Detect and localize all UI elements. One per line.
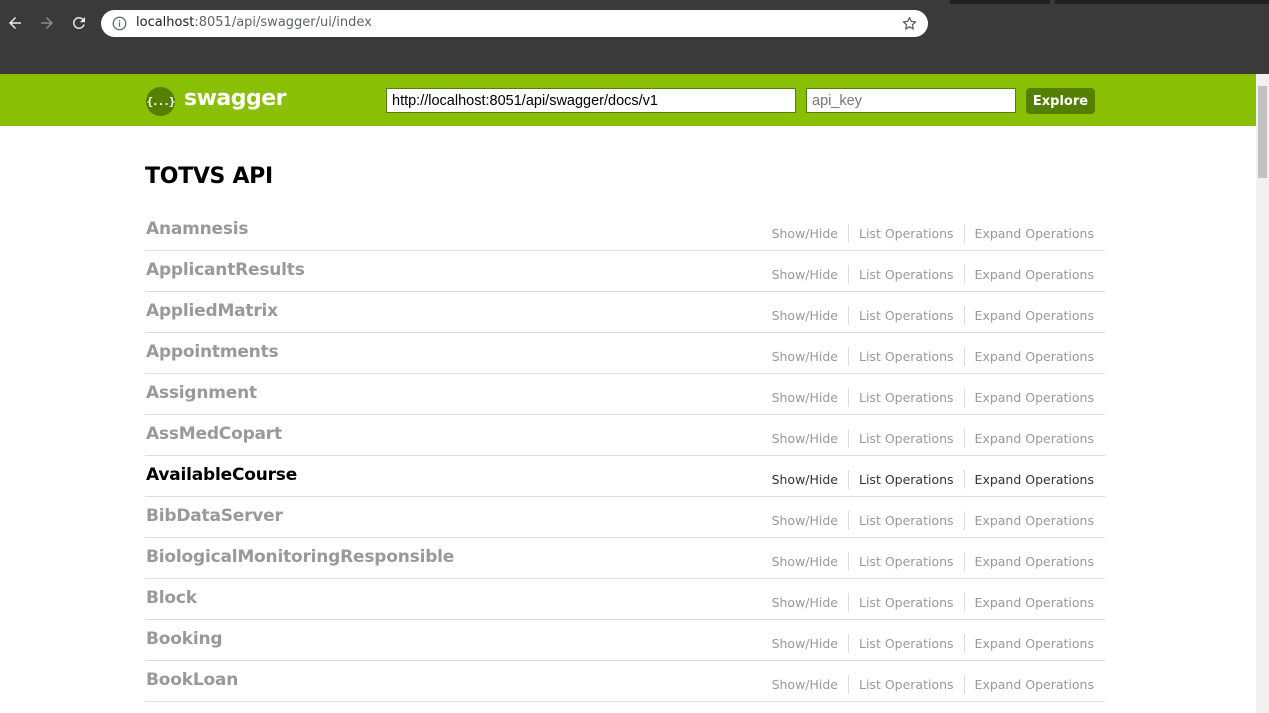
bookmark-star-icon[interactable]	[901, 15, 918, 32]
arrow-left-icon	[9, 17, 21, 29]
list-operations-link[interactable]: List Operations	[849, 308, 964, 323]
resource-operations: Show/Hide List Operations Expand Operation…	[772, 347, 1094, 366]
show-hide-link[interactable]: Show/Hide	[772, 308, 848, 323]
resource-name-link[interactable]: Assignment	[146, 383, 257, 403]
list-operations-link[interactable]: List Operations	[849, 554, 964, 569]
resource-name-link[interactable]: ApplicantResults	[146, 260, 305, 280]
resource-operations: Show/Hide List Operations Expand Operation…	[772, 634, 1094, 653]
resource-operations: Show/Hide List Operations Expand Operation…	[772, 224, 1094, 243]
list-operations-link[interactable]: List Operations	[849, 431, 964, 446]
expand-operations-link[interactable]: Expand Operations	[965, 349, 1094, 364]
info-icon[interactable]	[112, 16, 127, 31]
resource-item: BookLoan Show/Hide List Operations Expand O…	[145, 661, 1105, 702]
list-operations-link[interactable]: List Operations	[849, 349, 964, 364]
api-url-input[interactable]	[386, 88, 796, 113]
forward-button[interactable]	[36, 12, 58, 34]
show-hide-link[interactable]: Show/Hide	[772, 595, 848, 610]
resource-item: Assignment Show/Hide List Operations Expand…	[145, 374, 1105, 415]
resource-name-link[interactable]: AssMedCopart	[146, 424, 282, 444]
back-button[interactable]	[4, 12, 26, 34]
resource-name-link[interactable]: AppliedMatrix	[146, 301, 278, 321]
reload-button[interactable]	[68, 12, 90, 34]
expand-operations-link[interactable]: Expand Operations	[965, 554, 1094, 569]
expand-operations-link[interactable]: Expand Operations	[965, 267, 1094, 282]
resource-item: Booking Show/Hide List Operations Expand Op…	[145, 620, 1105, 661]
resource-item: AssMedCopart Show/Hide List Operations Expa…	[145, 415, 1105, 456]
show-hide-link[interactable]: Show/Hide	[772, 267, 848, 282]
resource-name-link[interactable]: Booking	[146, 629, 223, 649]
expand-operations-link[interactable]: Expand Operations	[965, 513, 1094, 528]
logo-glyph: {...}	[146, 95, 175, 108]
resource-name-link[interactable]: Anamnesis	[146, 219, 249, 239]
list-operations-link[interactable]: List Operations	[849, 472, 964, 487]
swagger-logo-icon[interactable]: {...}	[146, 87, 176, 116]
scrollbar[interactable]	[1256, 74, 1269, 713]
resource-name-link[interactable]: BiologicalMonitoringResponsible	[146, 547, 454, 567]
list-operations-link[interactable]: List Operations	[849, 595, 964, 610]
list-operations-link[interactable]: List Operations	[849, 636, 964, 651]
list-operations-link[interactable]: List Operations	[849, 513, 964, 528]
list-operations-link[interactable]: List Operations	[849, 267, 964, 282]
show-hide-link[interactable]: Show/Hide	[772, 390, 848, 405]
resource-operations: Show/Hide List Operations Expand Operation…	[772, 593, 1094, 612]
resource-operations: Show/Hide List Operations Expand Operation…	[772, 265, 1094, 284]
list-operations-link[interactable]: List Operations	[849, 226, 964, 241]
address-url[interactable]: localhost:8051/api/swagger/ui/index	[136, 15, 372, 30]
swagger-logo-text[interactable]: swagger	[184, 86, 287, 111]
show-hide-link[interactable]: Show/Hide	[772, 431, 848, 446]
show-hide-link[interactable]: Show/Hide	[772, 472, 848, 487]
resource-item: ApplicantResults Show/Hide List Operations…	[145, 251, 1105, 292]
resource-item: Appointments Show/Hide List Operations Expa…	[145, 333, 1105, 374]
arrow-right-icon	[41, 17, 53, 29]
resource-operations: Show/Hide List Operations Expand Operation…	[772, 552, 1094, 571]
show-hide-link[interactable]: Show/Hide	[772, 349, 848, 364]
resource-name-link[interactable]: BookLoan	[146, 670, 238, 690]
resource-name-link[interactable]: Block	[146, 588, 197, 608]
resource-name-link[interactable]: Appointments	[146, 342, 279, 362]
expand-operations-link[interactable]: Expand Operations	[965, 431, 1094, 446]
api-key-input[interactable]	[806, 88, 1016, 113]
show-hide-link[interactable]: Show/Hide	[772, 513, 848, 528]
list-operations-link[interactable]: List Operations	[849, 677, 964, 692]
resource-name-link[interactable]: AvailableCourse	[146, 465, 297, 485]
list-operations-link[interactable]: List Operations	[849, 390, 964, 405]
resource-item: AppliedMatrix Show/Hide List Operations Exp…	[145, 292, 1105, 333]
resource-operations: Show/Hide List Operations Expand Operation…	[772, 429, 1094, 448]
browser-chrome: localhost:8051/api/swagger/ui/index	[0, 0, 1269, 74]
reload-icon	[72, 16, 85, 29]
resource-item: Anamnesis Show/Hide List Operations Expand …	[145, 210, 1105, 251]
url-host: localhost	[136, 15, 195, 30]
resource-operations: Show/Hide List Operations Expand Operation…	[772, 388, 1094, 407]
expand-operations-link[interactable]: Expand Operations	[965, 226, 1094, 241]
resource-operations: Show/Hide List Operations Expand Operation…	[772, 675, 1094, 694]
resource-item: Block Show/Hide List Operations Expand Oper…	[145, 579, 1105, 620]
scrollbar-thumb[interactable]	[1258, 86, 1267, 178]
resource-operations: Show/Hide List Operations Expand Operation…	[772, 470, 1094, 489]
resource-item: BibDataServer Show/Hide List Operations Exp…	[145, 497, 1105, 538]
show-hide-link[interactable]: Show/Hide	[772, 636, 848, 651]
resource-name-link[interactable]: BibDataServer	[146, 506, 283, 526]
show-hide-link[interactable]: Show/Hide	[772, 554, 848, 569]
resource-item: BiologicalMonitoringResponsible Show/Hide…	[145, 538, 1105, 579]
url-path: :8051/api/swagger/ui/index	[194, 15, 372, 30]
address-bar[interactable]: localhost:8051/api/swagger/ui/index	[101, 10, 928, 37]
swagger-header: {...} swagger Explore	[0, 74, 1256, 126]
expand-operations-link[interactable]: Expand Operations	[965, 308, 1094, 323]
expand-operations-link[interactable]: Expand Operations	[965, 472, 1094, 487]
explore-button[interactable]: Explore	[1026, 88, 1095, 114]
resource-list: Anamnesis Show/Hide List Operations Expand …	[145, 210, 1105, 702]
show-hide-link[interactable]: Show/Hide	[772, 226, 848, 241]
browser-tab[interactable]	[950, 0, 1050, 4]
expand-operations-link[interactable]: Expand Operations	[965, 636, 1094, 651]
expand-operations-link[interactable]: Expand Operations	[965, 677, 1094, 692]
show-hide-link[interactable]: Show/Hide	[772, 677, 848, 692]
resource-item: AvailableCourse Show/Hide List Operations E…	[145, 456, 1105, 497]
resource-operations: Show/Hide List Operations Expand Operation…	[772, 511, 1094, 530]
expand-operations-link[interactable]: Expand Operations	[965, 390, 1094, 405]
resource-operations: Show/Hide List Operations Expand Operation…	[772, 306, 1094, 325]
page-title: TOTVS API	[145, 164, 273, 189]
browser-tab[interactable]	[1055, 0, 1269, 4]
expand-operations-link[interactable]: Expand Operations	[965, 595, 1094, 610]
